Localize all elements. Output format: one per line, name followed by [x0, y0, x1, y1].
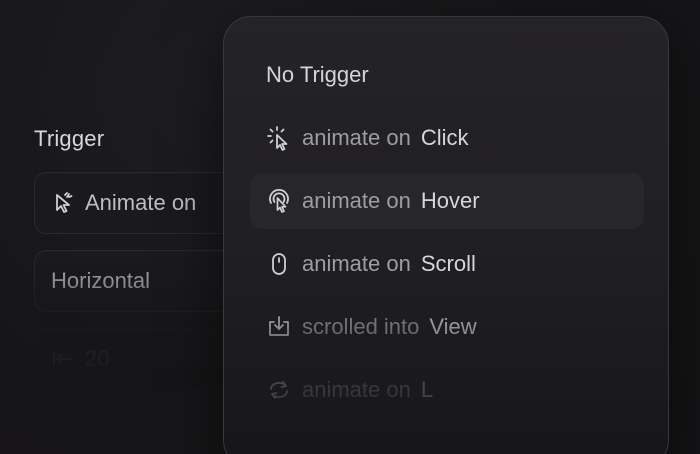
menu-item-scroll-prefix: animate on — [302, 251, 411, 276]
menu-item-hover-label: Hover — [420, 188, 480, 213]
menu-item-scroll[interactable]: animate on Scroll — [250, 236, 644, 292]
menu-item-no-trigger-label: No Trigger — [266, 62, 369, 87]
trigger-dropdown-menu: No Trigger animate on Click animate on H… — [223, 16, 669, 454]
scroll-into-view-icon — [266, 314, 292, 340]
direction-select-value: Horizontal — [51, 268, 151, 293]
offset-value: 20 — [85, 346, 110, 371]
menu-item-loop[interactable]: animate on L — [250, 362, 644, 418]
menu-item-loop-label: L — [420, 377, 434, 402]
menu-item-hover-prefix: animate on — [302, 188, 411, 213]
menu-item-hover[interactable]: animate on Hover — [250, 173, 644, 229]
menu-item-view-prefix: scrolled into — [302, 314, 420, 339]
menu-item-scroll-label: Scroll — [420, 251, 476, 276]
menu-item-loop-prefix: animate on — [302, 377, 411, 402]
menu-item-view-label: View — [429, 314, 477, 339]
mouse-icon — [266, 251, 292, 277]
trigger-ui: Trigger Animate on Horizontal 20 No Trig… — [0, 0, 700, 454]
menu-item-click-label: Click — [420, 125, 469, 150]
menu-item-click[interactable]: animate on Click — [250, 110, 644, 166]
hover-icon — [266, 188, 292, 214]
menu-item-view[interactable]: scrolled into View — [250, 299, 644, 355]
loop-icon — [266, 377, 292, 403]
trigger-select-value: Animate on — [85, 190, 197, 215]
align-left-arrow-icon — [51, 347, 75, 371]
menu-item-no-trigger[interactable]: No Trigger — [250, 47, 644, 103]
cursor-icon — [51, 191, 75, 215]
tap-icon — [266, 125, 292, 151]
menu-item-click-prefix: animate on — [302, 125, 411, 150]
